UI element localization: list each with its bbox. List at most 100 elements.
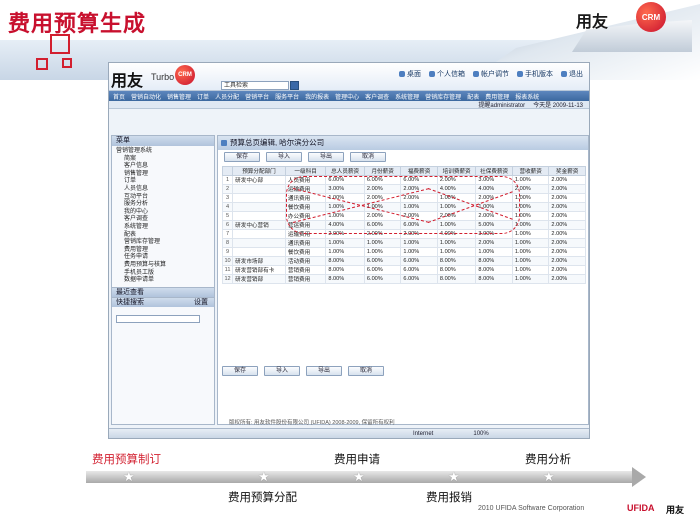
table-cell[interactable]: 1.00% [511,247,550,257]
table-cell[interactable]: 1.00% [325,238,365,248]
status-zoom[interactable]: 100% [473,431,488,437]
table-cell[interactable]: 8.00% [475,265,513,275]
tree-item[interactable]: 数据申请单 [116,277,210,285]
menu-item[interactable]: 营销平台 [245,92,269,101]
table-cell[interactable]: 2.00% [475,238,513,248]
table-cell[interactable]: 2.00% [548,202,586,212]
tree-item[interactable]: 营销库存管理 [116,239,210,247]
table-cell[interactable]: 6.00% [400,256,438,266]
table-cell[interactable]: 1.00% [436,238,477,248]
table-cell[interactable]: 1.00% [363,238,402,248]
column-header[interactable]: 预算分配部门 [232,166,286,176]
table-cell[interactable]: 2.00% [548,211,586,221]
column-header[interactable]: 月份薪资 [363,166,402,176]
table-cell[interactable]: 1.00% [363,247,402,257]
table-cell[interactable]: 8.00% [436,256,477,266]
cancel-button[interactable]: 取消 [348,366,384,376]
search-button[interactable] [290,81,299,90]
table-cell[interactable]: 8.00% [436,265,477,275]
table-cell[interactable]: 2.00% [548,256,586,266]
export-button[interactable]: 导出 [306,366,342,376]
menu-item[interactable]: 营销自动化 [131,92,161,101]
tree-item[interactable]: 营销管理系统 [116,148,210,156]
recent-section-header[interactable]: 最近查看 [112,286,214,297]
tree-item[interactable]: 配表 [116,232,210,240]
menu-item[interactable]: 我的报表 [305,92,329,101]
column-header[interactable]: 社保费薪资 [475,166,513,176]
tree-item[interactable]: 手机员工版 [116,270,210,278]
table-cell[interactable]: 8.00% [325,265,365,275]
table-cell[interactable]: 2.00% [548,184,586,194]
tree-item[interactable]: 人员信息 [116,186,210,194]
top-nav-item[interactable]: 桌面 [399,69,421,79]
table-cell[interactable]: 2.00% [548,247,586,257]
table-cell[interactable]: 2.00% [548,193,586,203]
top-nav-item[interactable]: 退出 [561,69,583,79]
column-header[interactable]: 营收薪资 [511,166,550,176]
menu-item[interactable]: 管理中心 [335,92,359,101]
export-button[interactable]: 导出 [308,152,344,162]
column-header[interactable]: 培训费薪资 [436,166,477,176]
table-cell[interactable]: 1.00% [400,247,438,257]
cancel-button[interactable]: 取消 [350,152,386,162]
menu-item[interactable]: 人员分配 [215,92,239,101]
table-row[interactable]: 12 研发营销部 营销费用 8.00% 6.00% 6.00% 8.00% 8.00% 1.00… [221,274,586,284]
column-header[interactable]: 奖金薪资 [548,166,586,176]
tree-item[interactable]: 费用预算与核算 [116,262,210,270]
import-button[interactable]: 导入 [264,366,300,376]
table-cell[interactable]: 8.00% [475,256,513,266]
table-cell[interactable]: 6.00% [363,256,402,266]
quick-search-settings-link[interactable]: 设置 [194,298,208,307]
menu-item[interactable]: 配表 [467,92,479,101]
menu-item[interactable]: 系统管理 [395,92,419,101]
top-nav-item[interactable]: 个人信箱 [429,69,465,79]
table-cell[interactable]: 2.00% [548,238,586,248]
table-cell[interactable]: 2.00% [548,265,586,275]
table-cell[interactable]: 2.00% [548,274,586,284]
top-nav-item[interactable]: 手机版本 [517,69,553,79]
import-button[interactable]: 导入 [266,152,302,162]
table-cell[interactable]: 6.00% [400,265,438,275]
menu-item[interactable]: 服务平台 [275,92,299,101]
column-header[interactable]: 总人员薪资 [325,166,365,176]
column-header[interactable]: 福费薪资 [400,166,438,176]
table-row[interactable]: 10 研发市场部 活动费用 8.00% 6.00% 6.00% 8.00% 8.00% 1.00… [221,256,586,266]
table-cell[interactable]: 1.00% [511,274,550,284]
save-button[interactable]: 保存 [224,152,260,162]
table-cell[interactable]: 8.00% [436,274,477,284]
table-cell[interactable]: 2.00% [548,229,586,239]
table-cell[interactable]: 1.00% [511,229,550,239]
menu-item[interactable]: 首页 [113,92,125,101]
tree-item[interactable]: 系统管理 [116,224,210,232]
table-cell[interactable]: 1.00% [511,265,550,275]
table-cell[interactable]: 6.00% [363,274,402,284]
table-cell[interactable]: 6.00% [400,274,438,284]
column-header[interactable] [221,166,234,176]
table-cell[interactable]: 6.00% [363,265,402,275]
table-row[interactable]: 11 研发营销部有卡 营销费用 8.00% 6.00% 6.00% 8.00% 8.00% 1.… [221,265,586,275]
table-cell[interactable]: 2.00% [548,175,586,185]
table-cell[interactable]: 2.00% [548,220,586,230]
menu-item[interactable]: 销售管理 [167,92,191,101]
table-cell[interactable]: 8.00% [325,274,365,284]
table-cell[interactable]: 1.00% [436,247,477,257]
table-cell[interactable]: 1.00% [475,247,513,257]
table-cell[interactable]: 1.00% [511,256,550,266]
table-row[interactable]: 8 通讯费用 1.00% 1.00% 1.00% 1.00% 2.00% 1.00% 2.00% [221,238,586,248]
tree-item[interactable]: 客户信息 [116,163,210,171]
table-cell[interactable]: 1.00% [400,238,438,248]
tree-item[interactable]: 任务申请 [116,254,210,262]
tree-item[interactable]: 订单 [116,178,210,186]
search-input[interactable]: 工具检索 [221,81,289,90]
menu-item[interactable]: 订单 [197,92,209,101]
table-cell[interactable]: 8.00% [325,256,365,266]
table-cell[interactable]: 8.00% [475,274,513,284]
tree-item[interactable]: 服务分析 [116,201,210,209]
tree-item[interactable]: 客户调查 [116,216,210,224]
save-button[interactable]: 保存 [222,366,258,376]
quick-search-select[interactable] [116,314,200,323]
table-cell[interactable]: 1.00% [511,238,550,248]
table-row[interactable]: 9 餐饮费用 1.00% 1.00% 1.00% 1.00% 1.00% 1.00% 2.00% [221,247,586,257]
menu-item[interactable]: 客户调查 [365,92,389,101]
table-cell[interactable]: 1.00% [511,175,550,185]
